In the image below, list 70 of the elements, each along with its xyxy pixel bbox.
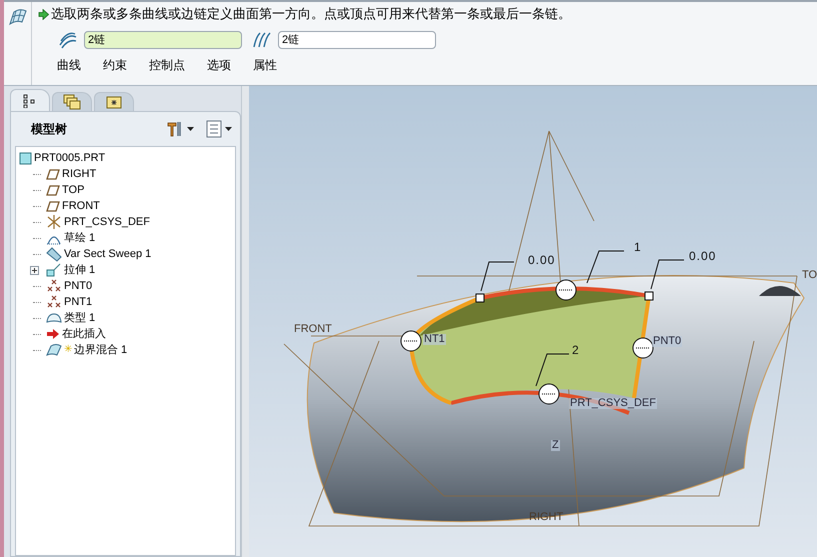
arrow-icon	[38, 8, 49, 20]
tree-item[interactable]: PNT0	[64, 278, 92, 294]
point-label: Z	[551, 440, 560, 451]
tree-item[interactable]: PRT_CSYS_DEF	[64, 214, 150, 230]
dimension-label: 2	[572, 344, 580, 356]
surface-icon	[46, 312, 62, 324]
csys-icon	[46, 215, 62, 229]
extrude-icon	[46, 263, 62, 277]
tree-item[interactable]: 拉伸 1	[64, 262, 96, 278]
tree-item[interactable]: RIGHT	[62, 166, 96, 182]
drag-handle[interactable]	[644, 292, 654, 300]
dimension-label: 0.00	[528, 254, 556, 266]
tangency-handle[interactable]	[556, 280, 576, 300]
surface-icon	[8, 8, 28, 26]
plane-icon	[46, 184, 60, 196]
tree-item[interactable]: 边界混合 1	[74, 342, 128, 358]
leader-line	[480, 262, 514, 292]
part-icon	[19, 152, 32, 164]
sweep-icon	[46, 246, 62, 262]
dashboard-tab[interactable]: 属性	[244, 55, 286, 75]
surface-icon	[252, 31, 272, 49]
dashboard-tab[interactable]: 曲线	[48, 55, 90, 75]
tools-icon	[166, 120, 184, 138]
tangency-handle[interactable]	[538, 384, 560, 404]
folders-icon	[63, 94, 81, 110]
tree-icon	[23, 94, 37, 108]
prompt-message: 选取两条或多条曲线或边链定义曲面第一方向。点或顶点可用来代替第一条或最后一条链。	[51, 5, 571, 24]
list-icon	[206, 120, 222, 138]
dashboard-tab[interactable]: 选项	[198, 55, 240, 75]
panel-title: 模型树	[31, 121, 67, 138]
tangency-handle[interactable]	[632, 338, 654, 358]
tree-item[interactable]: FRONT	[62, 198, 100, 214]
point-label: NT1	[423, 334, 446, 345]
datum-label: FRONT	[294, 324, 332, 335]
collector-field[interactable]: 2链	[84, 31, 242, 49]
end-cap	[759, 286, 801, 296]
point-label: PNT0	[652, 336, 682, 347]
points-icon	[46, 295, 62, 309]
collector-field[interactable]: 2链	[278, 31, 436, 49]
blend-icon	[46, 343, 62, 357]
dimension-label: 0.00	[689, 250, 716, 262]
new-feature-marker: ✳	[64, 345, 72, 355]
expand-icon[interactable]	[30, 266, 38, 274]
plane-icon	[46, 168, 60, 180]
point-label: PRT_CSYS_DEF	[569, 398, 657, 409]
drag-handle[interactable]	[476, 294, 484, 302]
dashboard-tab[interactable]: 约束	[94, 55, 136, 75]
surface-icon	[58, 31, 78, 49]
datum-label: RIGHT	[529, 512, 564, 523]
tree-item[interactable]: PRT0005.PRT	[34, 150, 106, 166]
tree-item[interactable]: 草绘 1	[64, 230, 96, 246]
caret-icon	[225, 127, 232, 131]
tree-item[interactable]: PNT1	[64, 294, 92, 310]
show-button[interactable]	[204, 120, 234, 138]
tree-item[interactable]: Var Sect Sweep 1	[64, 246, 152, 262]
tree-item[interactable]: TOP	[62, 182, 84, 198]
dimension-label: 1	[634, 241, 642, 253]
tree-item[interactable]: 类型 1	[64, 310, 96, 326]
arrow-icon	[46, 328, 60, 340]
dashboard-tab[interactable]: 控制点	[140, 55, 194, 75]
plane-icon	[46, 200, 60, 212]
tangency-handle[interactable]	[400, 330, 422, 352]
leader-line	[586, 250, 624, 284]
tree-item[interactable]: 在此插入	[62, 326, 106, 342]
leader-line	[536, 354, 570, 386]
caret-icon	[187, 127, 194, 131]
datum-label: TO	[802, 270, 817, 281]
navigator-tab[interactable]	[10, 89, 50, 111]
points-icon	[46, 279, 62, 293]
leader-line	[650, 260, 684, 290]
